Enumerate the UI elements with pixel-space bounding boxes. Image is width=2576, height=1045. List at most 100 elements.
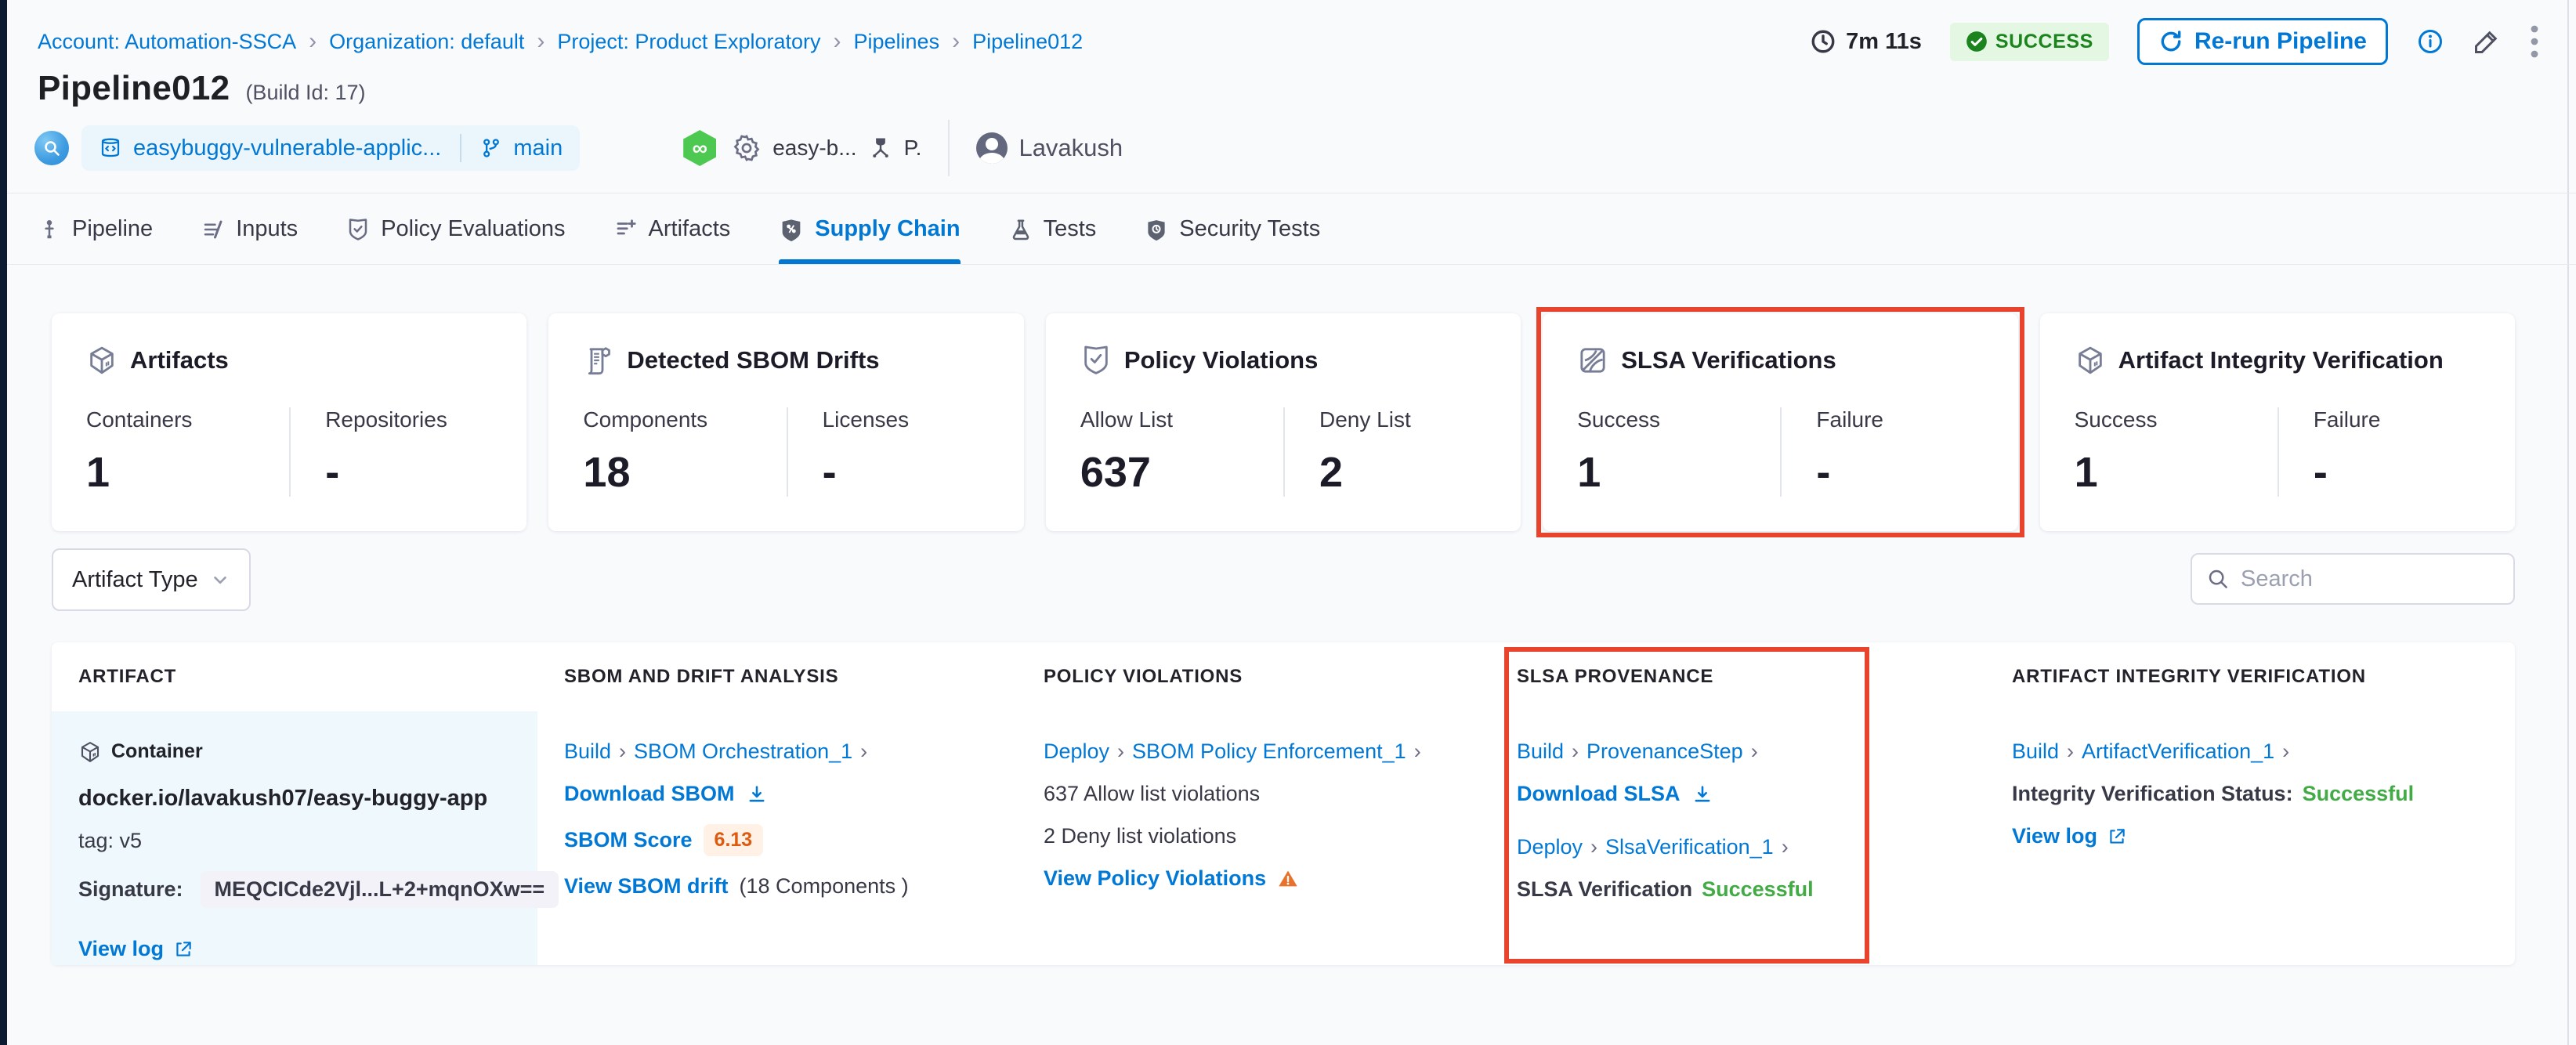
card-title: Detected SBOM Drifts: [627, 346, 880, 374]
breadcrumb-separator: ›: [537, 28, 545, 54]
external-link-icon: [173, 939, 194, 960]
stat-components: Components 18: [583, 407, 708, 496]
filter-row: Artifact Type: [52, 548, 2536, 611]
shield-check-icon: [346, 218, 370, 241]
git-branch-icon: [480, 137, 502, 159]
user-avatar: [976, 132, 1008, 164]
cell-integrity: Build › ArtifactVerification_1 › Integri…: [1985, 711, 2515, 965]
stat-licenses: Licenses -: [786, 407, 990, 497]
security-shield-icon: [1145, 218, 1168, 241]
stage-link[interactable]: Build: [1517, 739, 1564, 764]
step-link[interactable]: SBOM Orchestration_1: [634, 739, 852, 764]
search-input[interactable]: [2241, 566, 2536, 592]
slsa-verification-breadcrumb: Deploy › SlsaVerification_1 ›: [1517, 835, 1789, 859]
supply-chain-shield-icon: [779, 217, 804, 242]
trigger-pipeline-name[interactable]: easy-b...: [772, 136, 856, 161]
more-options-kebab-icon[interactable]: [2529, 24, 2540, 59]
collapsed-nav-edge: [0, 0, 7, 1045]
tab-artifacts[interactable]: Artifacts: [614, 194, 730, 264]
step-link[interactable]: SBOM Policy Enforcement_1: [1132, 739, 1406, 764]
integrity-status-value: Successful: [2302, 782, 2415, 805]
card-title: Artifact Integrity Verification: [2118, 346, 2444, 374]
tab-inputs[interactable]: Inputs: [201, 194, 298, 264]
stat-deny-list: Deny List 2: [1283, 407, 1486, 497]
stat-slsa-failure: Failure -: [1780, 407, 1983, 497]
breadcrumb-separator: ›: [833, 28, 841, 54]
column-header-policy: POLICY VIOLATIONS: [1044, 666, 1243, 687]
step-link[interactable]: ProvenanceStep: [1586, 739, 1743, 764]
tab-security-tests[interactable]: Security Tests: [1145, 194, 1320, 264]
artifacts-table: ARTIFACT SBOM AND DRIFT ANALYSIS POLICY …: [52, 642, 2515, 965]
info-icon[interactable]: [2416, 27, 2444, 56]
step-link[interactable]: ArtifactVerification_1: [2082, 739, 2274, 764]
stat-slsa-success: Success 1: [1577, 407, 1661, 496]
search-box: [2191, 553, 2536, 605]
view-log-link[interactable]: View log: [2012, 824, 2097, 848]
breadcrumb-organization[interactable]: Organization: default: [329, 30, 524, 54]
column-header-integrity: ARTIFACT INTEGRITY VERIFICATION: [2012, 666, 2366, 687]
top-bar: Account: Automation-SSCA › Organization: …: [38, 17, 2540, 66]
clock-icon: [1810, 28, 1836, 55]
view-policy-violations-link[interactable]: View Policy Violations: [1044, 866, 1266, 891]
signature-value[interactable]: MEQCICde2Vjl...L+2+mqnOXw==: [200, 871, 559, 908]
sbom-step-breadcrumb: Build › SBOM Orchestration_1 ›: [564, 739, 868, 764]
tab-pipeline[interactable]: Pipeline: [38, 194, 153, 264]
artifact-tag: tag: v5: [78, 829, 143, 852]
sbom-score-badge: 6.13: [703, 824, 764, 856]
tab-tests[interactable]: Tests: [1009, 194, 1096, 264]
sbom-score-link[interactable]: SBOM Score: [564, 828, 693, 852]
branch-name: main: [513, 135, 563, 161]
pipeline-icon: [38, 218, 61, 241]
flask-icon: [1009, 218, 1033, 241]
card-title: SLSA Verifications: [1621, 346, 1836, 374]
breadcrumb-account[interactable]: Account: Automation-SSCA: [38, 30, 296, 54]
supply-chain-page: Account: Automation-SSCA › Organization: …: [0, 0, 2576, 1045]
column-header-slsa: SLSA PROVENANCE: [1517, 666, 1714, 687]
tab-policy-evaluations[interactable]: Policy Evaluations: [346, 194, 566, 264]
delegate-icon: [868, 136, 893, 161]
table-row: Container docker.io/lavakush07/easy-bugg…: [52, 711, 2515, 965]
stat-allow-list: Allow List 637: [1080, 407, 1174, 496]
stage-link[interactable]: Build: [564, 739, 611, 764]
repository-pill[interactable]: easybuggy-vulnerable-applic... main: [81, 125, 581, 171]
card-title: Artifacts: [130, 346, 229, 374]
edit-pencil-icon[interactable]: [2473, 27, 2501, 56]
breadcrumb-pipelines[interactable]: Pipelines: [854, 30, 940, 54]
shield-check-icon: [1080, 345, 1112, 376]
breadcrumb-project[interactable]: Project: Product Exploratory: [557, 30, 820, 54]
scrollbar-track[interactable]: [2567, 0, 2569, 1045]
artifact-signature: Signature: MEQCICde2Vjl...L+2+mqnOXw==: [78, 871, 559, 908]
stage-link[interactable]: Deploy: [1517, 835, 1583, 859]
top-actions: 7m 11s SUCCESS Re-run Pipeline: [1810, 18, 2540, 65]
download-slsa-link[interactable]: Download SLSA: [1517, 782, 1681, 806]
user-name: Lavakush: [1018, 134, 1123, 161]
rerun-pipeline-button[interactable]: Re-run Pipeline: [2136, 18, 2388, 65]
stat-integrity-success: Success 1: [2074, 407, 2158, 496]
column-header-sbom: SBOM AND DRIFT ANALYSIS: [564, 666, 839, 687]
tab-supply-chain[interactable]: Supply Chain: [779, 194, 961, 264]
run-duration: 7m 11s: [1810, 28, 1922, 55]
view-sbom-drift-link[interactable]: View SBOM drift: [564, 874, 729, 899]
pipeline-meta-row: easybuggy-vulnerable-applic... main ∞ ea…: [34, 120, 1123, 176]
artifact-type-select[interactable]: Artifact Type: [52, 548, 251, 611]
deny-list-violations: 2 Deny list violations: [1044, 824, 1237, 848]
stage-link[interactable]: Deploy: [1044, 739, 1109, 764]
view-log-link[interactable]: View log: [78, 937, 164, 961]
download-sbom-link[interactable]: Download SBOM: [564, 782, 735, 806]
cube-icon: [2075, 345, 2106, 376]
repository-name: easybuggy-vulnerable-applic...: [133, 135, 442, 161]
sbom-drift-count: (18 Components ): [739, 874, 909, 898]
stat-repositories: Repositories -: [289, 407, 492, 497]
breadcrumb-pipeline012[interactable]: Pipeline012: [972, 30, 1083, 54]
artifact-type-badge: Container: [78, 739, 203, 764]
artifact-name: docker.io/lavakush07/easy-buggy-app: [78, 786, 488, 811]
pill-divider: [460, 134, 462, 162]
download-icon: [1691, 783, 1713, 805]
integrity-status-label: Integrity Verification Status:: [2012, 782, 2293, 805]
table-header: ARTIFACT SBOM AND DRIFT ANALYSIS POLICY …: [52, 642, 2515, 711]
trigger-info: easy-b... P.: [732, 133, 921, 163]
stage-link[interactable]: Build: [2012, 739, 2059, 764]
step-link[interactable]: SlsaVerification_1: [1605, 835, 1774, 859]
policy-step-breadcrumb: Deploy › SBOM Policy Enforcement_1 ›: [1044, 739, 1421, 764]
search-icon: [2206, 567, 2230, 591]
